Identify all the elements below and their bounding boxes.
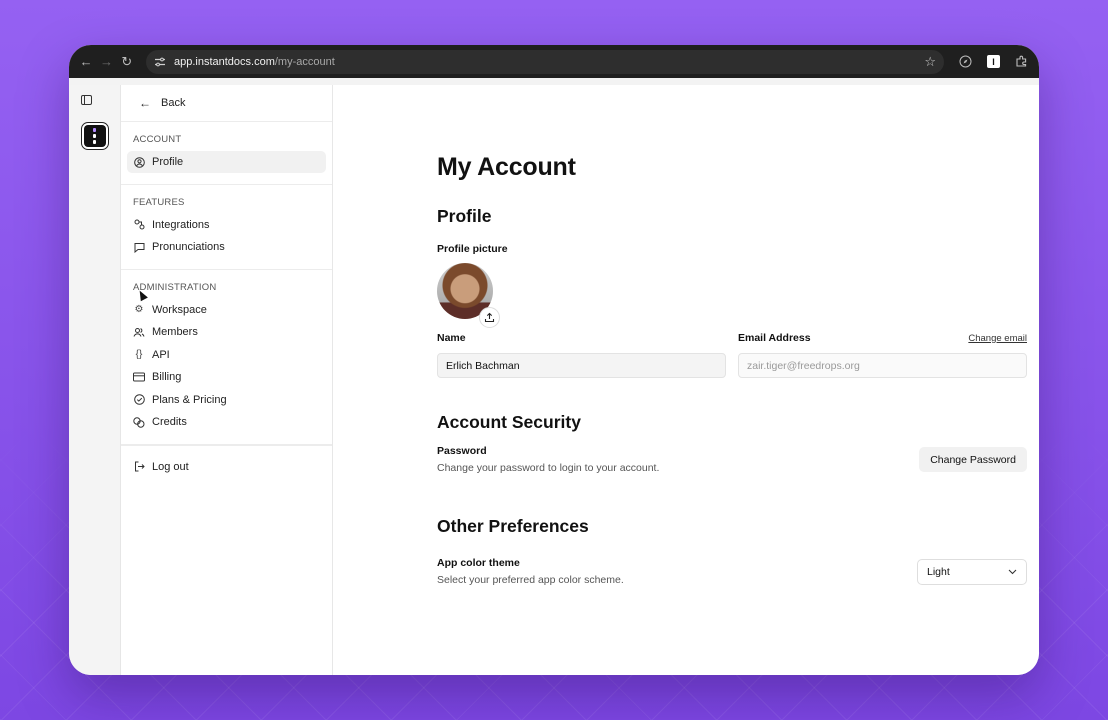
- site-settings-icon[interactable]: [154, 56, 166, 68]
- address-bar[interactable]: app.instantdocs.com/my-account ☆: [145, 49, 944, 74]
- sidebar-item-billing[interactable]: Billing: [127, 366, 326, 388]
- browser-window: ← → ↻ app.instantdocs.com/my-account ☆ I: [69, 45, 1039, 675]
- section-title-security: Account Security: [437, 412, 581, 432]
- back-link[interactable]: ← Back: [121, 85, 332, 122]
- sidebar-item-label: Plans & Pricing: [152, 393, 227, 406]
- sidebar-item-integrations[interactable]: Integrations: [127, 214, 326, 236]
- password-row: Password Change your password to login t…: [437, 445, 1027, 474]
- logout-label: Log out: [152, 460, 189, 473]
- compass-icon[interactable]: [958, 52, 972, 72]
- theme-select-value: Light: [927, 565, 950, 578]
- sidebar-item-label: API: [152, 348, 170, 361]
- bookmark-star-icon[interactable]: ☆: [924, 54, 936, 70]
- profile-picture-label: Profile picture: [437, 243, 508, 255]
- email-label: Email Address: [738, 332, 811, 344]
- sidebar-item-label: Workspace: [152, 303, 207, 316]
- sidebar-item-credits[interactable]: Credits: [127, 411, 326, 433]
- change-email-link[interactable]: Change email: [968, 333, 1027, 344]
- change-password-button[interactable]: Change Password: [919, 447, 1027, 472]
- sidebar-item-label: Credits: [152, 416, 187, 428]
- main-content: My Account Profile Profile picture Name …: [333, 85, 1039, 675]
- sidebar-item-workspace[interactable]: ⚙ Workspace: [127, 299, 326, 321]
- logout-icon: [133, 461, 145, 473]
- name-input[interactable]: Erlich Bachman: [437, 353, 726, 378]
- chevron-down-icon: [1008, 569, 1017, 574]
- page-title: My Account: [437, 153, 576, 181]
- reload-icon[interactable]: ↻: [120, 52, 134, 72]
- sidebar-item-plans-pricing[interactable]: Plans & Pricing: [127, 389, 326, 411]
- section-title-profile: Profile: [437, 206, 492, 226]
- theme-description: Select your preferred app color scheme.: [437, 574, 624, 586]
- sidebar-heading-administration: ADMINISTRATION: [133, 281, 217, 293]
- email-field-group: Email Address Change email zair.tiger@fr…: [738, 331, 1027, 378]
- theme-row: App color theme Select your preferred ap…: [437, 557, 1027, 586]
- email-field[interactable]: zair.tiger@freedrops.org: [738, 353, 1027, 378]
- sidebar-heading-account: ACCOUNT: [133, 134, 182, 145]
- url-host: app.instantdocs.com: [173, 55, 275, 68]
- sidebar-item-label: Billing: [152, 371, 182, 383]
- forward-arrow-icon[interactable]: →: [99, 52, 113, 72]
- sidebar-item-profile[interactable]: Profile: [127, 151, 326, 173]
- sidebar-item-label: Profile: [152, 156, 184, 168]
- gear-icon: ⚙: [134, 304, 144, 315]
- theme-select[interactable]: Light: [917, 558, 1027, 585]
- sidebar-item-api[interactable]: {} API: [127, 344, 326, 366]
- check-circle-icon: [133, 394, 145, 406]
- chat-bubble-icon: [133, 241, 145, 253]
- url-path: /my-account: [274, 55, 335, 68]
- puzzle-extensions-icon[interactable]: [1015, 52, 1029, 72]
- sidebar-group-features: FEATURES Integrations Pronunciations: [121, 185, 332, 270]
- profile-fields: Name Erlich Bachman Email Address Change…: [437, 331, 1027, 378]
- back-arrow-icon[interactable]: ←: [79, 52, 93, 72]
- arrow-left-icon: ←: [139, 96, 151, 110]
- app-rail: [69, 85, 121, 675]
- profile-picture: [437, 263, 500, 328]
- upload-photo-button[interactable]: [479, 307, 500, 328]
- sidebar-toggle-icon[interactable]: [81, 95, 92, 105]
- coins-icon: [133, 416, 145, 428]
- credit-card-icon: [133, 371, 145, 383]
- extension-instantdocs-icon[interactable]: I: [986, 52, 1000, 72]
- sidebar-item-pronunciations[interactable]: Pronunciations: [127, 236, 326, 258]
- user-circle-icon: [133, 156, 145, 168]
- sidebar-group-account: ACCOUNT Profile: [121, 122, 332, 185]
- app-area: ← Back ACCOUNT Profile FEATURES Integrat…: [69, 78, 1039, 675]
- sidebar-group-administration: ADMINISTRATION ⚙ Workspace Members {} AP…: [121, 270, 332, 445]
- upload-icon: [484, 312, 495, 323]
- name-field-group: Name Erlich Bachman: [437, 331, 726, 378]
- sidebar-group-logout: Log out: [121, 444, 332, 489]
- settings-sidebar: ← Back ACCOUNT Profile FEATURES Integrat…: [121, 85, 333, 675]
- password-label: Password: [437, 445, 487, 457]
- users-icon: [133, 326, 145, 338]
- sidebar-item-members[interactable]: Members: [127, 321, 326, 343]
- integrations-icon: [133, 219, 145, 231]
- sidebar-heading-features: FEATURES: [133, 196, 185, 208]
- sidebar-item-label: Pronunciations: [152, 241, 225, 253]
- theme-label: App color theme: [437, 557, 520, 569]
- account-form: My Account Profile Profile picture Name …: [437, 153, 1027, 586]
- logout-link[interactable]: Log out: [127, 456, 326, 478]
- sidebar-item-label: Integrations: [152, 218, 210, 231]
- browser-toolbar: ← → ↻ app.instantdocs.com/my-account ☆ I: [69, 45, 1039, 78]
- section-title-preferences: Other Preferences: [437, 516, 589, 536]
- sidebar-item-label: Members: [152, 326, 198, 338]
- braces-icon: {}: [135, 349, 143, 360]
- password-description: Change your password to login to your ac…: [437, 462, 660, 474]
- back-label: Back: [161, 97, 186, 109]
- name-label: Name: [437, 332, 466, 344]
- workspace-logo-icon[interactable]: [81, 122, 109, 150]
